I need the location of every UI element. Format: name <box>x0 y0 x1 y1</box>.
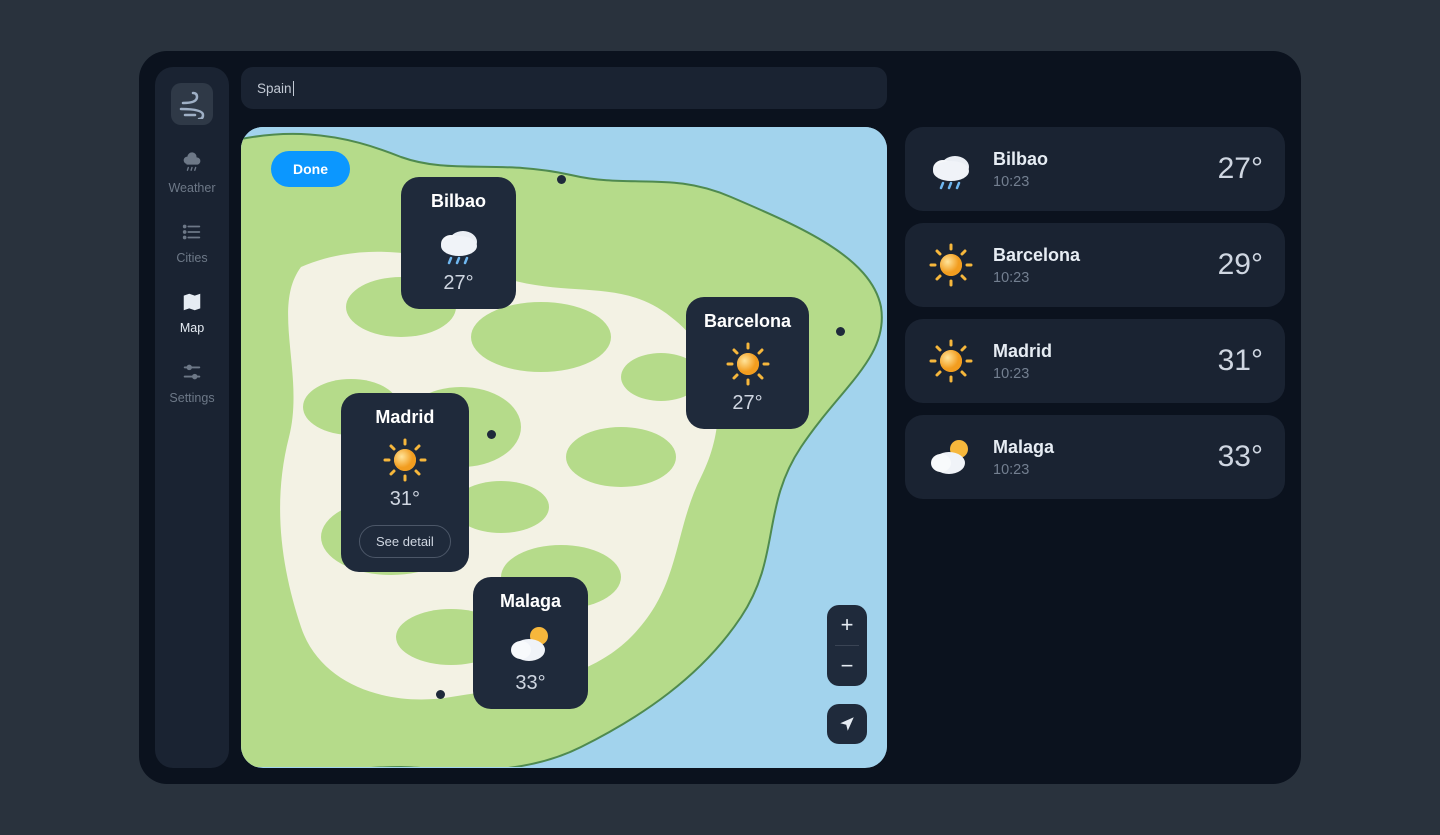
done-button[interactable]: Done <box>271 151 350 187</box>
locate-button[interactable] <box>827 704 867 744</box>
wind-icon <box>177 89 207 119</box>
sun-icon <box>381 436 429 484</box>
city-list: Bilbao 10:23 27° Barcelona 10:23 29° <box>905 127 1285 768</box>
city-info: Bilbao 10:23 <box>993 149 1200 190</box>
main-content: Spain <box>241 67 1285 768</box>
city-name: Malaga <box>993 437 1200 458</box>
sun-icon <box>724 340 772 388</box>
partly-cloudy-icon <box>927 433 975 481</box>
city-info: Madrid 10:23 <box>993 341 1200 382</box>
nav-label: Map <box>180 321 204 335</box>
pin-name: Barcelona <box>704 311 791 332</box>
nav-item-cities[interactable]: Cities <box>176 221 207 265</box>
map-pin-bilbao[interactable]: Bilbao 27° <box>401 177 516 309</box>
city-name: Bilbao <box>993 149 1200 170</box>
sliders-icon <box>181 361 203 383</box>
nav-item-weather[interactable]: Weather <box>168 151 215 195</box>
sun-icon <box>927 337 975 385</box>
nav-item-map[interactable]: Map <box>180 291 204 335</box>
pin-name: Madrid <box>375 407 434 428</box>
nav-label: Weather <box>168 181 215 195</box>
city-card-madrid[interactable]: Madrid 10:23 31° <box>905 319 1285 403</box>
zoom-in-button[interactable]: + <box>827 605 867 645</box>
zoom-out-button[interactable]: − <box>827 646 867 686</box>
city-temp: 27° <box>1218 152 1263 186</box>
nav-item-settings[interactable]: Settings <box>169 361 214 405</box>
nav-label: Cities <box>176 251 207 265</box>
city-time: 10:23 <box>993 270 1200 286</box>
pin-temp: 33° <box>515 672 545 695</box>
map-pin-madrid[interactable]: Madrid 31° See detail <box>341 393 469 572</box>
map-pin-barcelona[interactable]: Barcelona 27° <box>686 297 809 429</box>
rain-icon <box>927 145 975 193</box>
map-dot <box>836 327 845 336</box>
city-time: 10:23 <box>993 366 1200 382</box>
city-card-malaga[interactable]: Malaga 10:23 33° <box>905 415 1285 499</box>
map-pin-malaga[interactable]: Malaga 33° <box>473 577 588 709</box>
city-time: 10:23 <box>993 462 1200 478</box>
see-detail-button[interactable]: See detail <box>359 525 451 558</box>
map-dot <box>436 690 445 699</box>
city-temp: 33° <box>1218 440 1263 474</box>
map-dot <box>487 430 496 439</box>
search-value: Spain <box>257 81 294 96</box>
app-logo[interactable] <box>171 83 213 125</box>
city-temp: 31° <box>1218 344 1263 378</box>
nav-label: Settings <box>169 391 214 405</box>
city-card-barcelona[interactable]: Barcelona 10:23 29° <box>905 223 1285 307</box>
map-icon <box>181 291 203 313</box>
zoom-controls: + − <box>827 605 867 686</box>
city-name: Barcelona <box>993 245 1200 266</box>
content-row: Done Bilbao 27° Barcelona 27° Madrid <box>241 127 1285 768</box>
pin-name: Malaga <box>500 591 561 612</box>
pin-name: Bilbao <box>431 191 486 212</box>
pin-temp: 27° <box>732 392 762 415</box>
list-icon <box>181 221 203 243</box>
map-dot <box>557 175 566 184</box>
navigation-icon <box>838 715 856 733</box>
city-info: Barcelona 10:23 <box>993 245 1200 286</box>
weather-icon <box>181 151 203 173</box>
city-temp: 29° <box>1218 248 1263 282</box>
sidebar: Weather Cities Map Settings <box>155 67 229 768</box>
city-info: Malaga 10:23 <box>993 437 1200 478</box>
app-frame: Weather Cities Map Settings Spain <box>139 51 1301 784</box>
sun-icon <box>927 241 975 289</box>
pin-temp: 27° <box>443 272 473 295</box>
map-panel[interactable]: Done Bilbao 27° Barcelona 27° Madrid <box>241 127 887 768</box>
partly-cloudy-icon <box>507 620 555 668</box>
city-name: Madrid <box>993 341 1200 362</box>
city-card-bilbao[interactable]: Bilbao 10:23 27° <box>905 127 1285 211</box>
pin-temp: 31° <box>390 488 420 511</box>
city-time: 10:23 <box>993 174 1200 190</box>
rain-icon <box>435 220 483 268</box>
search-input[interactable]: Spain <box>241 67 887 109</box>
